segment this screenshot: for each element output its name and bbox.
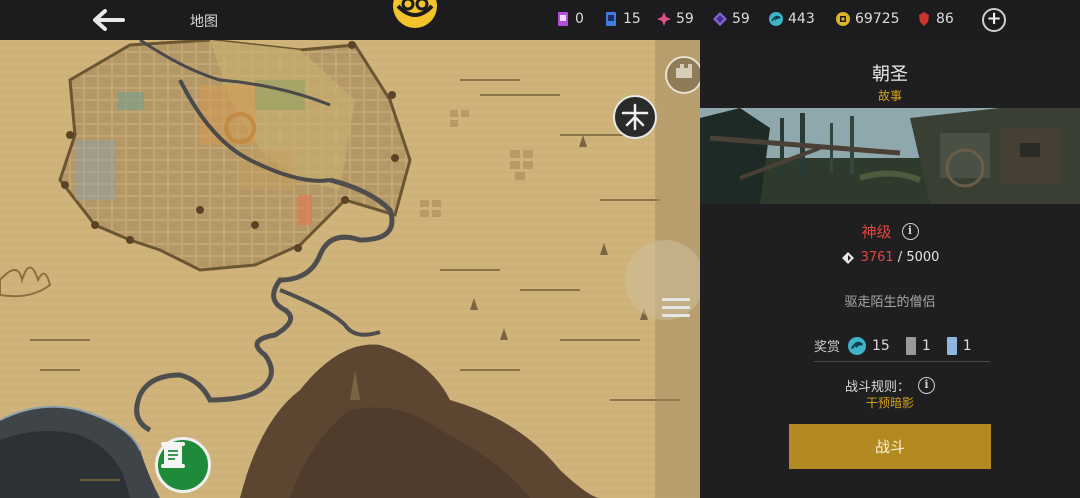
power-diamond-icon: [841, 251, 854, 264]
resource-value: 59: [676, 11, 694, 27]
reward-count: 1: [921, 337, 931, 354]
back-button[interactable]: [88, 6, 128, 34]
faction-emblem-icon[interactable]: [388, 0, 442, 28]
power-current: 3761: [860, 250, 894, 265]
blue-card-icon: [946, 336, 957, 355]
resource-value: 69725: [855, 11, 900, 27]
add-resources-button[interactable]: +: [982, 8, 1006, 32]
arrow-left-icon: [93, 9, 125, 31]
gold-coin-icon: [836, 12, 850, 26]
resource-gold-coin[interactable]: 69725: [836, 11, 900, 27]
power-required: 5000: [906, 250, 940, 265]
mission-type: 故事: [877, 89, 902, 103]
violet-gem-icon: [713, 12, 727, 26]
hamburger-icon: [662, 298, 690, 317]
resource-value: 0: [575, 11, 584, 27]
map-menu-button[interactable]: [662, 298, 690, 322]
compass-button[interactable]: [613, 95, 657, 139]
red-gem-icon: [919, 12, 929, 26]
blue-card-icon: [606, 12, 616, 26]
info-icon[interactable]: i: [918, 377, 935, 394]
reward-count: 1: [962, 337, 972, 354]
battle-rules-label: 战斗规则：: [844, 380, 910, 395]
world-map[interactable]: [0, 40, 700, 498]
mission-banner-image: [700, 108, 1080, 204]
resource-pink-shard[interactable]: 59: [657, 11, 694, 27]
resource-violet-gem[interactable]: 59: [713, 11, 750, 27]
plus-icon: +: [986, 8, 1002, 29]
compass-icon: [621, 103, 649, 131]
resource-value: 86: [936, 11, 954, 27]
resource-teal-orb[interactable]: 443: [769, 11, 815, 27]
battle-rules-value: 干预暗影: [865, 396, 914, 410]
battle-rules-row: 战斗规则： i: [700, 376, 1080, 395]
gray-card-icon: [905, 336, 916, 355]
info-icon[interactable]: i: [901, 223, 919, 240]
power-row: 3761 / 5000: [700, 250, 1080, 265]
power-separator: /: [893, 250, 907, 265]
top-bar: 地图 0 15 59 59 443 69725 86 +: [0, 0, 1080, 40]
fight-button[interactable]: 战斗: [789, 424, 991, 469]
difficulty-row: 神级 i: [700, 221, 1080, 242]
rewards-label: 奖赏: [814, 340, 841, 355]
mission-title: 朝圣: [872, 64, 908, 85]
purple-card-icon: [558, 12, 568, 26]
teal-orb-icon: [769, 12, 783, 26]
resource-red-gem[interactable]: 86: [917, 11, 954, 27]
difficulty-level: 神级: [861, 223, 892, 241]
mission-objective: 驱走陌生的僧侣: [844, 295, 936, 310]
map-artwork: [0, 40, 700, 498]
quest-marker[interactable]: [155, 437, 211, 493]
resource-value: 15: [623, 11, 641, 27]
pink-shard-icon: [657, 12, 671, 26]
mission-panel: 朝圣 故事 神级 i 3761 / 5000 驱走陌生的僧侣 奖赏 15 1 1…: [700, 40, 1080, 498]
resource-blue-card[interactable]: 15: [604, 11, 641, 27]
resource-purple-card[interactable]: 0: [556, 11, 584, 27]
game-screen: 地图 0 15 59 59 443 69725 86 + 朝圣 故事 神级 i …: [0, 0, 1080, 498]
screen-title: 地图: [190, 14, 218, 30]
resource-value: 443: [788, 11, 815, 27]
scroll-icon: [161, 442, 185, 468]
reward-count: 15: [872, 337, 890, 354]
rewards-row: 奖赏 15 1 1: [814, 330, 990, 362]
teal-orb-icon: [848, 336, 867, 355]
resource-value: 59: [732, 11, 750, 27]
